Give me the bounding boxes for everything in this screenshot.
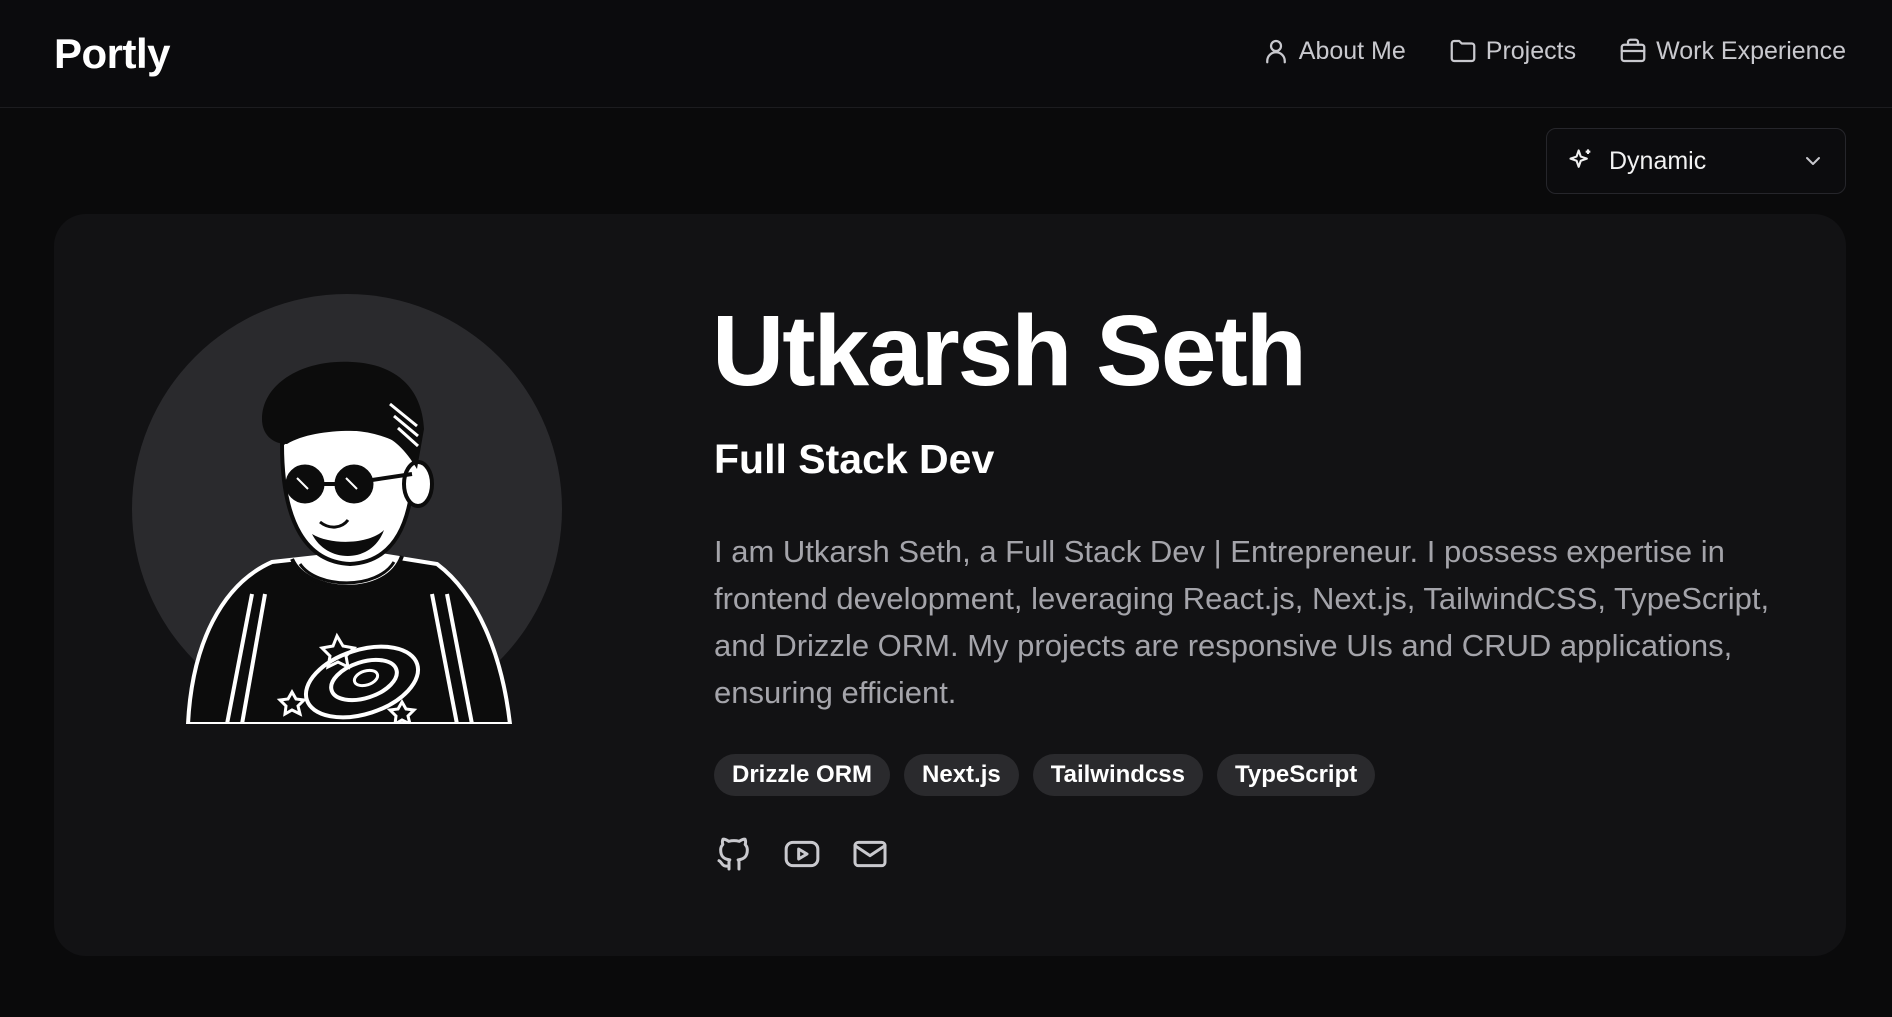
nav-work-experience-label: Work Experience (1656, 36, 1846, 65)
avatar (132, 294, 562, 724)
nav-work-experience[interactable]: Work Experience (1618, 36, 1846, 66)
nav-projects[interactable]: Projects (1448, 36, 1576, 66)
social-links (714, 834, 890, 874)
github-icon[interactable] (714, 834, 754, 874)
mail-icon[interactable] (850, 834, 890, 874)
nav-projects-label: Projects (1485, 36, 1577, 65)
youtube-icon[interactable] (782, 834, 822, 874)
main-nav: About Me Projects Work Experience (1261, 36, 1846, 66)
skill-tag: Drizzle ORM (714, 754, 891, 796)
avatar-illustration (185, 361, 513, 724)
skill-tags: Drizzle ORM Next.js Tailwindcss TypeScri… (714, 754, 1376, 796)
profile-name: Utkarsh Seth (712, 295, 1307, 407)
folder-icon (1450, 39, 1476, 63)
profile-bio: I am Utkarsh Seth, a Full Stack Dev | En… (714, 534, 1770, 710)
skill-tag: Next.js (904, 754, 1019, 796)
user-icon (1265, 39, 1286, 64)
skill-tag: TypeScript (1216, 754, 1376, 796)
top-nav-bar: Portly About Me Projects Work Experience (0, 0, 1892, 108)
nav-about-me[interactable]: About Me (1261, 36, 1406, 66)
theme-dropdown[interactable]: Dynamic (1546, 128, 1846, 194)
skill-tag: Tailwindcss (1032, 754, 1203, 796)
briefcase-icon (1620, 38, 1646, 63)
brand-logo[interactable]: Portly (54, 30, 171, 78)
nav-about-me-label: About Me (1298, 36, 1406, 65)
profile-role: Full Stack Dev (714, 436, 995, 482)
theme-dropdown-value: Dynamic (1609, 146, 1707, 175)
profile-card: Utkarsh Seth Full Stack Dev I am Utkarsh… (54, 214, 1846, 956)
sparkles-icon (1569, 149, 1591, 168)
chevron-down-icon (1806, 157, 1820, 165)
